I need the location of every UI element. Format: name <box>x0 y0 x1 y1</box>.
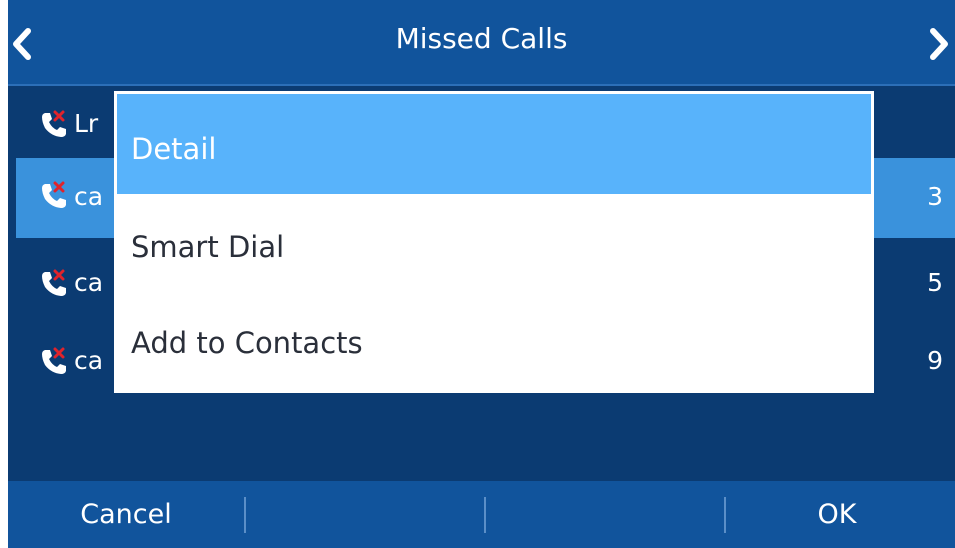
options-menu: Detail Smart Dial Add to Contacts <box>114 91 874 393</box>
call-name: Lr <box>74 109 99 138</box>
call-name: ca <box>74 182 104 211</box>
call-time: 5 <box>927 268 943 297</box>
menu-item-label: Smart Dial <box>131 230 285 264</box>
call-time: 9 <box>927 346 943 375</box>
call-name: ca <box>74 268 104 297</box>
phone-screen: Missed Calls Lr ca 3 ca 5 ca 9 Cancel OK… <box>8 0 955 548</box>
menu-item-add-to-contacts[interactable]: Add to Contacts <box>117 294 871 394</box>
missed-call-icon <box>42 269 66 296</box>
softkey-2[interactable] <box>245 481 481 548</box>
missed-call-icon <box>42 181 66 208</box>
softkey-3[interactable] <box>482 481 718 548</box>
menu-item-detail[interactable]: Detail <box>117 94 871 194</box>
title-bar: Missed Calls <box>8 0 955 86</box>
ok-button[interactable]: OK <box>719 481 955 548</box>
softkey-bar: Cancel OK <box>8 481 955 548</box>
missed-call-icon <box>42 347 66 374</box>
menu-item-label: Add to Contacts <box>131 326 363 360</box>
cancel-button[interactable]: Cancel <box>8 481 244 548</box>
page-title: Missed Calls <box>395 22 568 55</box>
chevron-right-icon[interactable] <box>927 26 951 62</box>
missed-call-icon <box>42 110 66 137</box>
menu-item-label: Detail <box>131 132 217 166</box>
menu-item-smart-dial[interactable]: Smart Dial <box>117 194 871 294</box>
call-name: ca <box>74 346 104 375</box>
call-time: 3 <box>927 182 943 211</box>
